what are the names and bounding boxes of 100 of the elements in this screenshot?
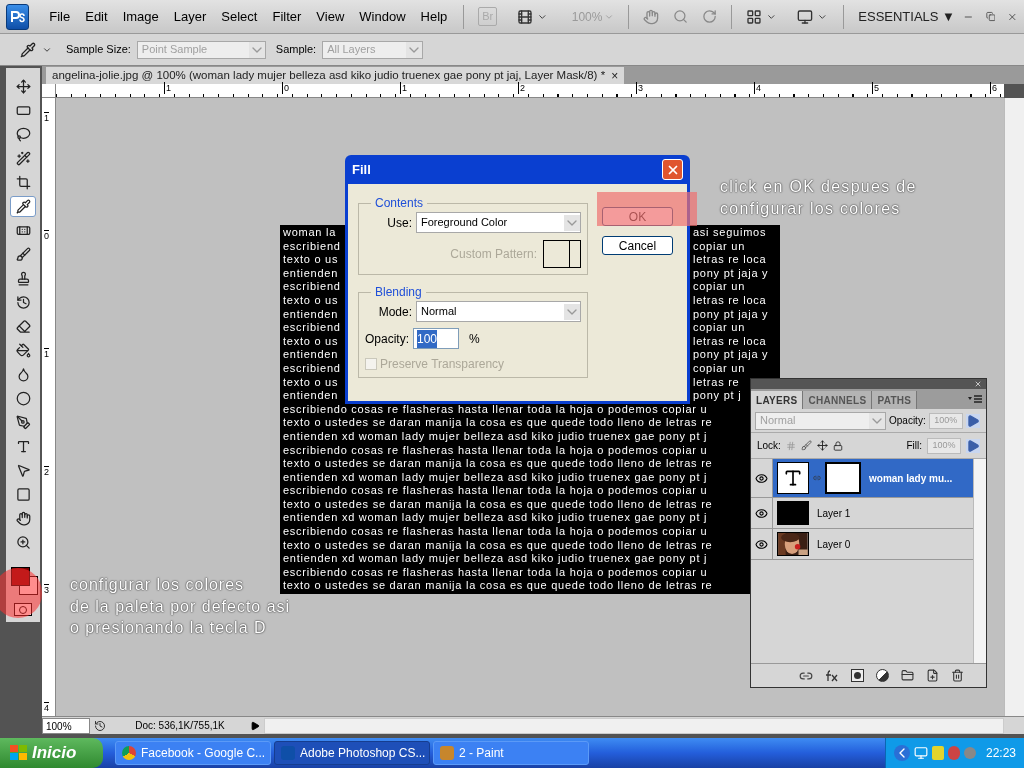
- menu-item[interactable]: View: [310, 6, 351, 27]
- arrange-icon[interactable]: [746, 7, 763, 26]
- canvas-text: escribiendo cosas re flasheras hasta llenar toda la hoja o podemos copiar u: [283, 484, 708, 498]
- adjustment-icon[interactable]: [876, 669, 889, 682]
- trash-icon[interactable]: [951, 669, 964, 682]
- opacity-field[interactable]: 100: [413, 328, 459, 349]
- clock-icon[interactable]: [94, 719, 106, 732]
- canvas-text: entienden: [283, 307, 339, 322]
- canvas-text: escribiendo cosas re flasheras hasta llenar toda la hoja o podemos copiar u: [283, 525, 708, 539]
- taskbar-item[interactable]: Adobe Photoshop CS...: [274, 741, 430, 765]
- type-icon: [783, 468, 803, 488]
- fx-icon[interactable]: [825, 668, 839, 683]
- layer-row[interactable]: Layer 0: [751, 529, 973, 560]
- menu-item[interactable]: File: [43, 6, 77, 27]
- panel-menu-icon[interactable]: [968, 395, 982, 405]
- canvas-text: entienden: [283, 389, 339, 403]
- canvas-text: woman la: [283, 226, 337, 240]
- layer-name: woman lady mu...: [869, 471, 953, 486]
- canvas-text: texto o us: [283, 253, 339, 267]
- group-title: Contents: [374, 195, 425, 212]
- canvas-text: letras re: [693, 375, 740, 390]
- canvas-text: texto o us: [283, 334, 339, 349]
- pattern-picker[interactable]: [543, 240, 581, 268]
- menu-item[interactable]: Help: [414, 6, 454, 27]
- layer-name: Layer 0: [817, 537, 851, 552]
- ruler-label: 0: [44, 230, 49, 241]
- search-icon[interactable]: [673, 8, 689, 25]
- mode-label: Mode:: [378, 303, 412, 321]
- canvas-text: letras re loca: [693, 293, 767, 308]
- menu-item[interactable]: Edit: [79, 6, 114, 27]
- windows-logo-icon: [10, 745, 28, 761]
- canvas-text: letras re loca: [693, 334, 767, 349]
- layer-row[interactable]: Layer 1: [751, 498, 973, 529]
- ruler-label: 1: [400, 82, 407, 94]
- network-icon[interactable]: [913, 746, 928, 760]
- canvas-text: escribiend: [283, 280, 341, 294]
- workspace-switcher[interactable]: ESSENTIALS ▼: [858, 6, 955, 27]
- menu-item[interactable]: Layer: [167, 6, 213, 27]
- eyedropper-icon[interactable]: [20, 41, 36, 58]
- group-title: Blending: [374, 284, 423, 301]
- menu-item[interactable]: Image: [116, 6, 165, 27]
- new-layer-icon[interactable]: [926, 669, 939, 682]
- cancel-button[interactable]: Cancel: [602, 236, 673, 255]
- visibility-icon[interactable]: [755, 537, 768, 551]
- screen-mode-icon[interactable]: [796, 7, 813, 26]
- taskbar-item[interactable]: Facebook - Google C...: [115, 741, 271, 765]
- eyedropper-icon[interactable]: [10, 196, 36, 217]
- taskbar-item[interactable]: 2 - Paint: [433, 741, 589, 765]
- canvas-text: entienden xd woman lady mujer belleza asd kiko judio truenex gae pony pt j: [283, 511, 708, 526]
- dropdown-icon: [869, 412, 885, 429]
- canvas-text: texto o ustedes se daran manija la cosa es que quede todo lleno de letras re: [283, 457, 713, 471]
- canvas-text: escribiendo cosas re flasheras hasta llenar toda la hoja o podemos copiar u: [283, 565, 708, 580]
- expand-icon[interactable]: [893, 745, 910, 761]
- play-icon[interactable]: [250, 720, 260, 731]
- ruler-label: 5: [872, 82, 879, 94]
- annotation-text: configurar los colores: [70, 575, 245, 596]
- fill-label: Fill:: [906, 439, 922, 453]
- mode-dropdown[interactable]: Normal: [416, 301, 581, 322]
- canvas-text: pony pt jaja y: [693, 266, 769, 281]
- app-icon: [122, 746, 136, 760]
- menu-item[interactable]: Window: [353, 6, 412, 27]
- app-logo-icon[interactable]: [6, 3, 30, 30]
- panel-tab[interactable]: CHANNELS: [803, 391, 873, 409]
- color-swatches-drawing[interactable]: [11, 567, 38, 595]
- annotation-text: o presionando la tecla D: [70, 618, 267, 639]
- panel-tab[interactable]: LAYERS: [751, 391, 804, 409]
- folder-icon[interactable]: [901, 669, 914, 682]
- zoom-field[interactable]: 100%: [42, 717, 90, 734]
- use-dropdown[interactable]: Foreground Color: [416, 212, 581, 233]
- close-button[interactable]: [662, 159, 683, 180]
- film-icon[interactable]: [517, 7, 534, 26]
- ruler-label: 6: [990, 82, 997, 94]
- menu-item[interactable]: Select: [215, 6, 264, 27]
- lock-icon[interactable]: [832, 440, 843, 451]
- annotation-text: click en OK despues de configurar los colores: [720, 177, 917, 220]
- document-tab[interactable]: angelina-jolie.jpg @ 100% (woman lady mujer belleza asd kiko judio truenex gae pony pt jaj, Layer Mask/8) * ×: [46, 67, 625, 84]
- canvas-text: entienden xd woman lady mujer belleza asd kiko judio truenex gae pony pt j: [283, 429, 708, 444]
- restore-icon[interactable]: [985, 11, 996, 22]
- tab-close-button[interactable]: ×: [611, 66, 619, 85]
- ruler-label: 2: [44, 466, 49, 477]
- close-icon[interactable]: [974, 380, 982, 388]
- canvas-text: letras re loca: [693, 253, 767, 267]
- mask-icon[interactable]: [851, 669, 864, 682]
- ruler-label: 4: [44, 702, 49, 713]
- layer-row[interactable]: woman lady mu...: [751, 459, 973, 498]
- layer-thumbnail: [777, 501, 809, 525]
- custom-pattern-label: Custom Pattern:: [450, 246, 537, 263]
- panel-tab[interactable]: PATHS: [872, 391, 918, 409]
- canvas-text: escribiend: [283, 361, 341, 376]
- lock-brush-icon[interactable]: [800, 440, 812, 451]
- lock-move-icon[interactable]: [816, 440, 828, 451]
- canvas-text: escribiendo cosas re flasheras hasta llenar toda la hoja o podemos copiar u: [283, 443, 708, 458]
- rotate-icon[interactable]: [702, 8, 718, 25]
- visibility-icon[interactable]: [755, 471, 768, 485]
- canvas-text: texto o ustedes se daran manija la cosa es que quede todo lleno de letras re: [283, 416, 713, 430]
- menu-item[interactable]: Filter: [266, 6, 308, 27]
- visibility-icon[interactable]: [755, 506, 768, 520]
- ruler-label: 3: [636, 82, 643, 94]
- layer-name: Layer 1: [817, 506, 851, 521]
- quick-mask-icon[interactable]: [14, 603, 32, 616]
